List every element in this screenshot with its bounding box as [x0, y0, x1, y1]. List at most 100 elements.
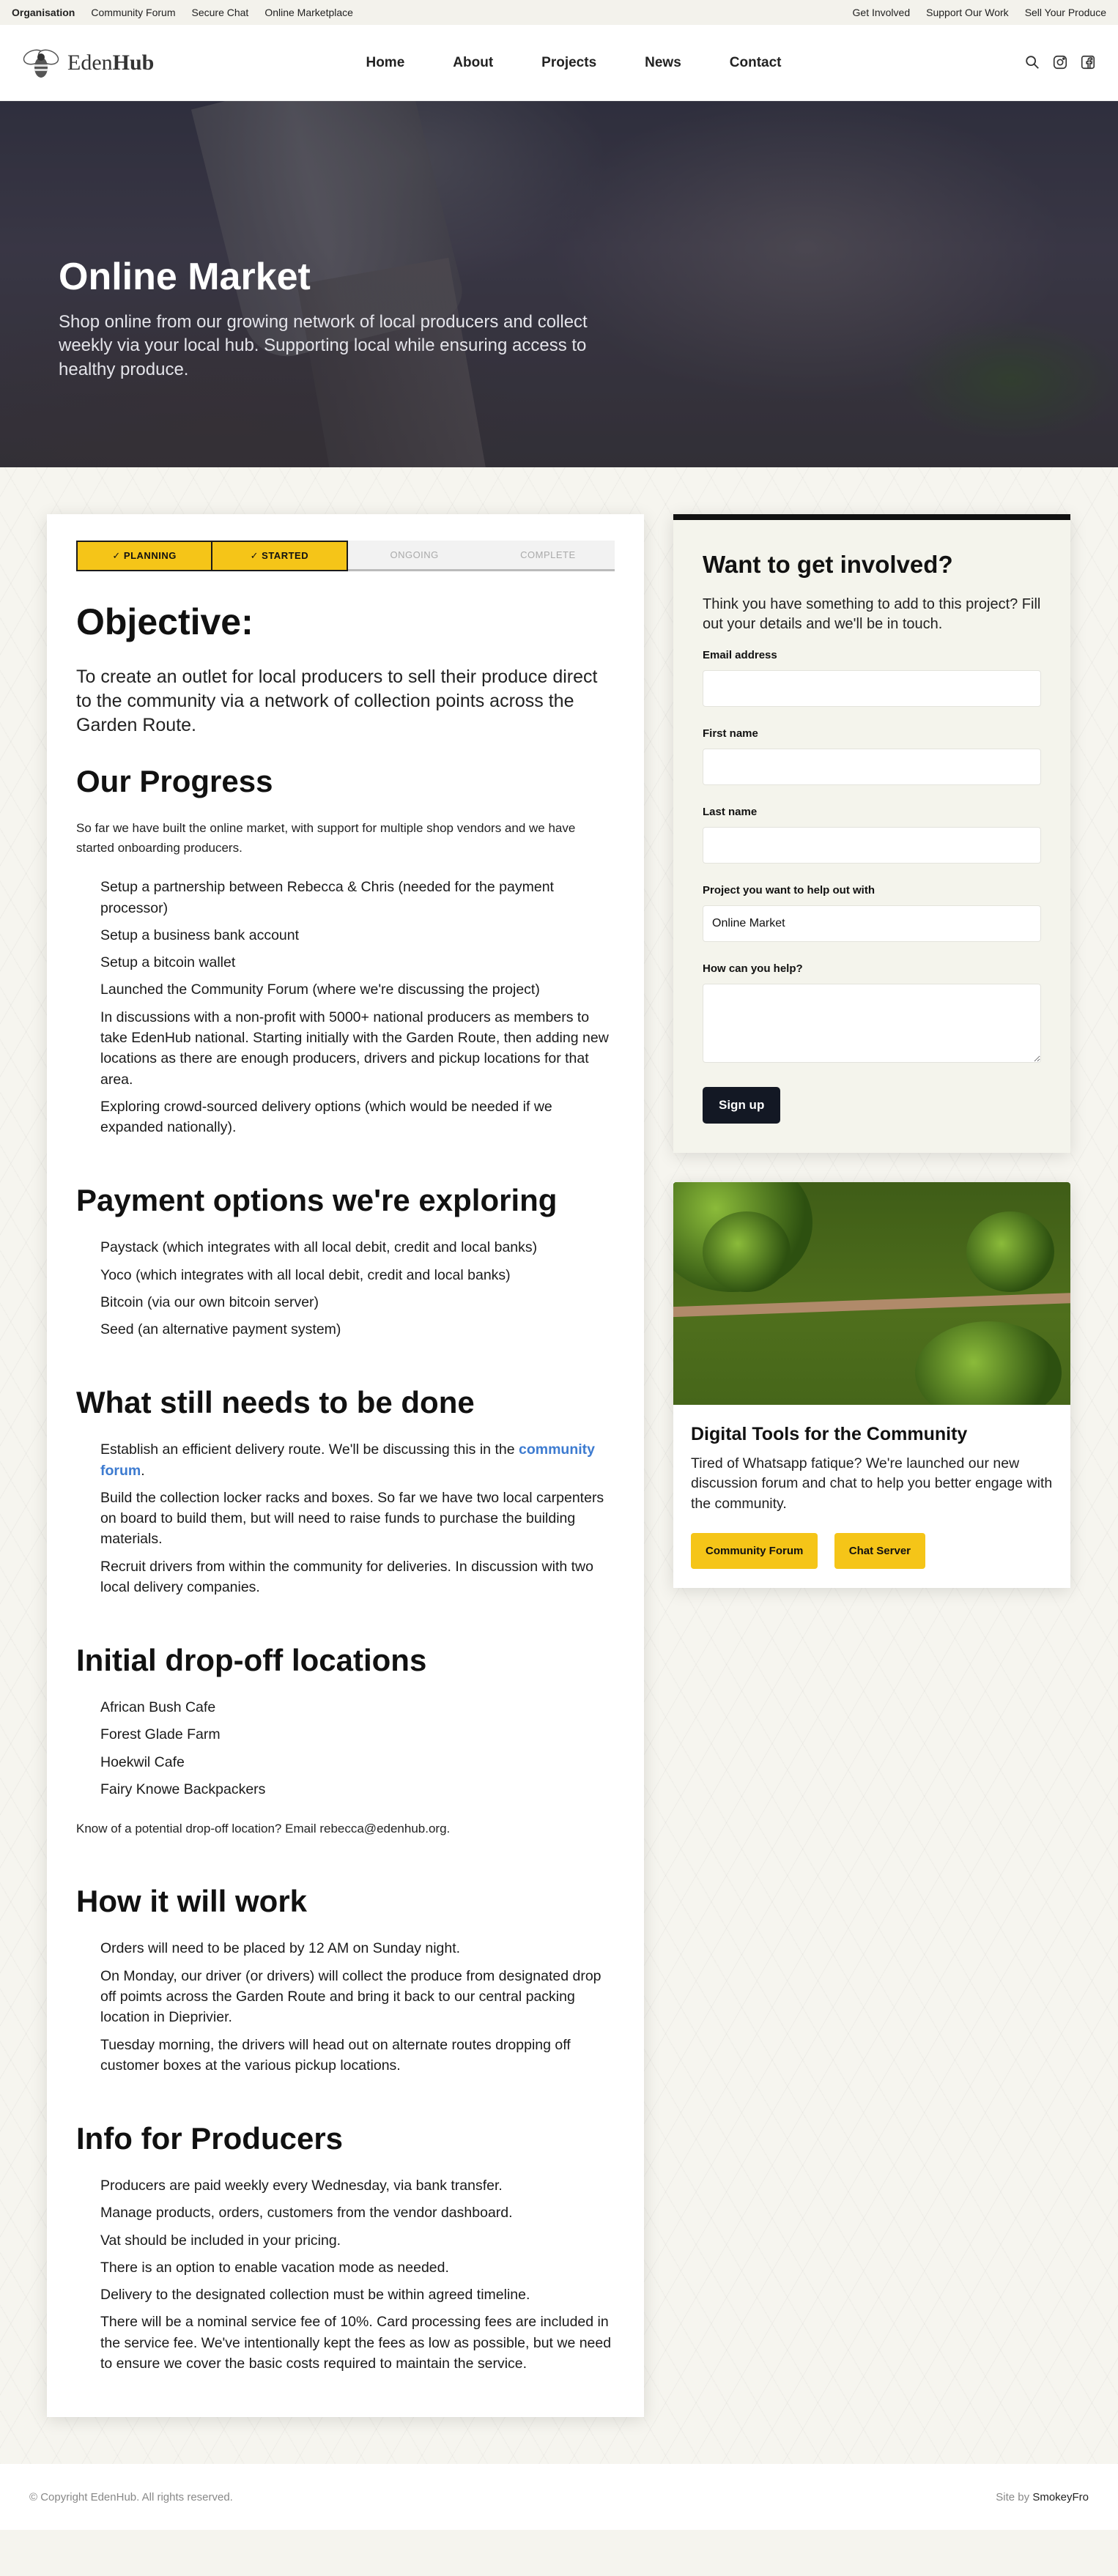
producers-list: Producers are paid weekly every Wednesda…: [76, 2175, 615, 2374]
utility-link-community-forum[interactable]: Community Forum: [91, 7, 175, 18]
list-item: Hoekwil Cafe: [100, 1753, 185, 1770]
image-tree: [915, 1321, 1062, 1405]
site-header: EdenHub Home About Projects News Contact: [0, 25, 1118, 101]
objective-heading: Objective:: [76, 601, 253, 642]
project-label: Project you want to help out with: [703, 884, 875, 897]
utility-link-get-involved[interactable]: Get Involved: [853, 7, 911, 18]
list-item: African Bush Cafe: [100, 1699, 216, 1716]
list-item: In discussions with a non-profit with 50…: [100, 1009, 609, 1088]
list-item: Build the collection locker racks and bo…: [100, 1489, 604, 1548]
utility-nav-right: Get Involved Support Our Work Sell Your …: [853, 7, 1106, 18]
chat-server-button[interactable]: Chat Server: [834, 1532, 926, 1569]
progress-step-ongoing: ONGOING: [347, 541, 481, 571]
header-icons: [1024, 54, 1097, 72]
last-name-label: Last name: [703, 806, 758, 818]
digital-tools-card: Digital Tools for the Community Tired of…: [673, 1182, 1070, 1588]
todo-list: Establish an efficient delivery route. W…: [76, 1439, 615, 1597]
list-item: Delivery to the designated collection mu…: [100, 2287, 530, 2304]
credit-link[interactable]: SmokeyFro: [1032, 2491, 1089, 2503]
producers-heading: Info for Producers: [76, 2121, 344, 2156]
get-involved-form: Want to get involved? Think you have som…: [673, 514, 1070, 1153]
list-item: Forest Glade Farm: [100, 1726, 221, 1743]
list-item: Paystack (which integrates with all loca…: [100, 1239, 538, 1256]
utility-bar: Organisation Community Forum Secure Chat…: [0, 0, 1118, 25]
list-item: Bitcoin (via our own bitcoin server): [100, 1293, 319, 1310]
utility-link-online-marketplace[interactable]: Online Marketplace: [264, 7, 353, 18]
utility-link-support[interactable]: Support Our Work: [926, 7, 1009, 18]
bee-logo-icon: [23, 49, 59, 78]
nav-about[interactable]: About: [453, 55, 493, 71]
nav-home[interactable]: Home: [366, 55, 404, 71]
image-tree: [703, 1211, 791, 1292]
nav-contact[interactable]: Contact: [730, 55, 782, 71]
form-title: Want to get involved?: [703, 551, 953, 578]
tools-title: Digital Tools for the Community: [691, 1424, 968, 1444]
email-field[interactable]: [703, 670, 1041, 707]
nav-news[interactable]: News: [645, 55, 681, 71]
list-item: Orders will need to be placed by 12 AM o…: [100, 1940, 461, 1957]
hero-content: Online Market Shop online from our growi…: [59, 255, 630, 382]
copyright-text: © Copyright EdenHub. All rights reserved…: [29, 2490, 233, 2503]
hero-subtitle: Shop online from our growing network of …: [59, 312, 588, 379]
utility-link-secure-chat[interactable]: Secure Chat: [192, 7, 249, 18]
objective-text: To create an outlet for local producers …: [76, 667, 598, 735]
help-textarea[interactable]: [703, 984, 1041, 1063]
search-icon[interactable]: [1024, 54, 1042, 72]
brand-bold: Hub: [112, 50, 155, 75]
list-item: Manage products, orders, customers from …: [100, 2205, 513, 2221]
list-item: Launched the Community Forum (where we'r…: [100, 981, 540, 998]
list-item: There will be a nominal service fee of 1…: [100, 2314, 612, 2372]
main-nav: Home About Projects News Contact: [0, 25, 1118, 100]
nav-projects[interactable]: Projects: [541, 55, 596, 71]
site-logo[interactable]: EdenHub: [21, 45, 154, 81]
list-item: Seed (an alternative payment system): [100, 1321, 341, 1338]
instagram-icon[interactable]: [1052, 54, 1070, 72]
how-list: Orders will need to be placed by 12 AM o…: [76, 1938, 615, 2076]
todo-first-end: .: [141, 1462, 145, 1479]
list-item: Setup a partnership between Rebecca & Ch…: [100, 879, 554, 916]
dropoff-list: African Bush Cafe Forest Glade Farm Hoek…: [76, 1697, 615, 1800]
sign-up-button[interactable]: Sign up: [703, 1087, 781, 1124]
project-progress-tracker: ✓ PLANNING ✓ STARTED ONGOING COMPLETE: [76, 541, 615, 571]
list-item: Yoco (which integrates with all local de…: [100, 1266, 511, 1283]
tools-text: Tired of Whatsapp fatique? We're launche…: [691, 1455, 1053, 1512]
progress-step-planning: ✓ PLANNING: [76, 541, 213, 571]
utility-link-organisation[interactable]: Organisation: [12, 7, 75, 18]
community-forum-button[interactable]: Community Forum: [691, 1532, 818, 1569]
progress-step-started: ✓ STARTED: [212, 541, 348, 571]
sidebar: Want to get involved? Think you have som…: [673, 514, 1070, 1588]
payment-heading: Payment options we're exploring: [76, 1183, 558, 1218]
list-item: Setup a bitcoin wallet: [100, 954, 236, 971]
list-item: Establish an efficient delivery route. W…: [100, 1439, 615, 1481]
list-item: Recruit drivers from within the communit…: [100, 1558, 593, 1595]
email-label: Email address: [703, 649, 777, 661]
payment-list: Paystack (which integrates with all loca…: [76, 1237, 615, 1340]
help-label: How can you help?: [703, 962, 803, 975]
list-item: Tuesday morning, the drivers will head o…: [100, 2036, 571, 2074]
first-name-field[interactable]: [703, 749, 1041, 785]
project-field[interactable]: [703, 905, 1041, 942]
utility-nav-left: Organisation Community Forum Secure Chat…: [12, 7, 353, 18]
dropoff-heading: Initial drop-off locations: [76, 1643, 427, 1678]
brand-light: Eden: [67, 50, 113, 75]
last-name-field[interactable]: [703, 827, 1041, 864]
dropoff-note: Know of a potential drop-off location? E…: [76, 1822, 451, 1836]
todo-heading: What still needs to be done: [76, 1385, 475, 1420]
image-road: [673, 1291, 1070, 1318]
form-intro: Think you have something to add to this …: [703, 596, 1041, 632]
list-item: Producers are paid weekly every Wednesda…: [100, 2178, 503, 2194]
project-details-card: ✓ PLANNING ✓ STARTED ONGOING COMPLETE Ob…: [47, 514, 644, 2418]
brand-name: EdenHub: [67, 51, 154, 75]
image-tree: [966, 1211, 1054, 1292]
facebook-icon[interactable]: [1080, 54, 1097, 72]
progress-intro: So far we have built the online market, …: [76, 821, 576, 855]
site-footer: © Copyright EdenHub. All rights reserved…: [0, 2464, 1118, 2531]
hero-banner: Online Market Shop online from our growi…: [0, 101, 1118, 467]
site-credit: Site by SmokeyFro: [996, 2491, 1089, 2503]
list-item: Fairy Knowe Backpackers: [100, 1781, 266, 1798]
first-name-label: First name: [703, 727, 758, 740]
list-item: Vat should be included in your pricing.: [100, 2232, 341, 2249]
page-title: Online Market: [59, 256, 311, 298]
list-item: Exploring crowd-sourced delivery options…: [100, 1098, 552, 1136]
utility-link-sell-produce[interactable]: Sell Your Produce: [1025, 7, 1106, 18]
